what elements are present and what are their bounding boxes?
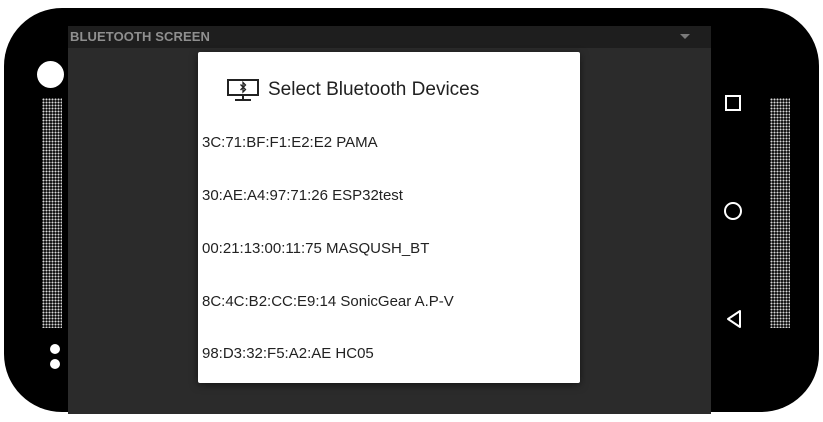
bluetooth-device-icon — [226, 78, 260, 102]
device-list-item[interactable]: 30:AE:A4:97:71:26 ESP32test — [202, 187, 403, 204]
app-title: BLUETOOTH SCREEN — [70, 29, 211, 44]
device-list-item[interactable]: 8C:4C:B2:CC:E9:14 SonicGear A.P-V — [202, 293, 454, 310]
dropdown-caret-icon[interactable] — [680, 34, 690, 39]
left-speaker-grille — [42, 98, 62, 328]
indicator-dot — [50, 359, 60, 369]
device-list-item[interactable]: 00:21:13:00:11:75 MASQUSH_BT — [202, 240, 429, 257]
phone-frame: BLUETOOTH SCREEN Select Bluetooth Device… — [4, 8, 819, 414]
recents-icon[interactable] — [724, 94, 742, 117]
dialog-title: Select Bluetooth Devices — [268, 79, 480, 100]
device-list-item[interactable]: 98:D3:32:F5:A2:AE HC05 — [202, 345, 374, 362]
device-list-item[interactable]: 3C:71:BF:F1:E2:E2 PAMA — [202, 134, 378, 151]
app-screen: BLUETOOTH SCREEN Select Bluetooth Device… — [68, 26, 711, 414]
app-title-bar: BLUETOOTH SCREEN — [68, 26, 711, 48]
dialog-header: Select Bluetooth Devices — [226, 78, 479, 102]
select-device-dialog: Select Bluetooth Devices 3C:71:BF:F1:E2:… — [198, 52, 580, 383]
front-camera — [37, 61, 64, 88]
back-icon[interactable] — [724, 308, 744, 335]
home-icon[interactable] — [722, 200, 744, 227]
right-speaker-grille — [770, 98, 790, 328]
indicator-dot — [50, 344, 60, 354]
